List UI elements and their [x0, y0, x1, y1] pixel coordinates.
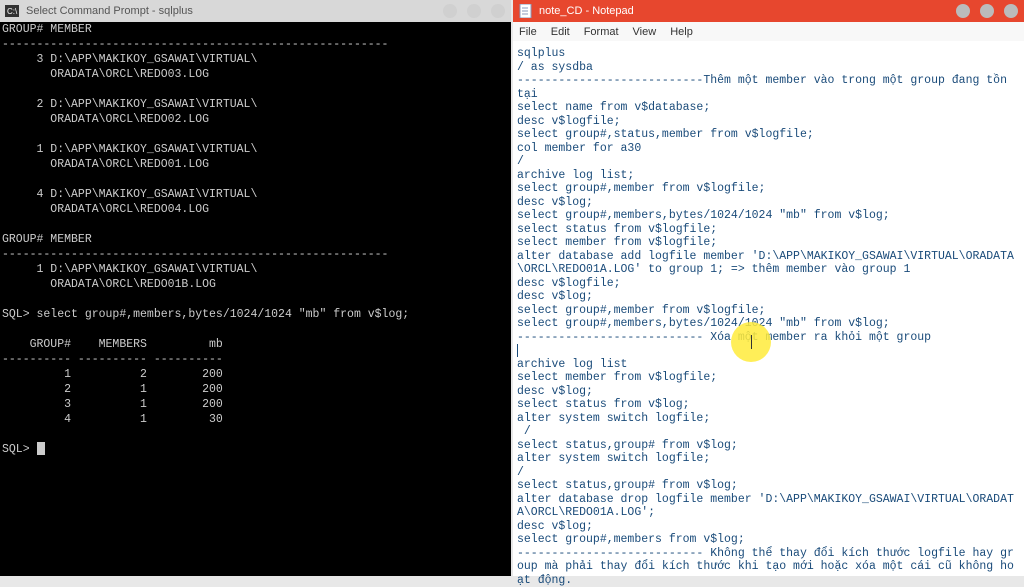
terminal-cursor	[37, 442, 45, 455]
text-cursor	[517, 344, 518, 357]
term-table-rows: 1 2 200 2 1 200 3 1 200 4 1 30	[2, 368, 223, 426]
menu-file[interactable]: File	[519, 26, 537, 38]
close-button[interactable]	[491, 4, 505, 18]
term-table-sep: ---------- ---------- ----------	[2, 353, 223, 366]
notepad-titlebar[interactable]: note_CD - Notepad	[513, 0, 1024, 22]
term-sep: ----------------------------------------…	[2, 38, 388, 51]
notepad-text-1: sqlplus / as sysdba --------------------…	[517, 47, 1014, 344]
notepad-icon	[517, 3, 533, 19]
cmd-title: Select Command Prompt - sqlplus	[26, 5, 433, 17]
svg-text:C:\: C:\	[7, 7, 18, 16]
term-block1: 3 D:\APP\MAKIKOY_GSAWAI\VIRTUAL\ ORADATA…	[2, 53, 388, 291]
notepad-window: note_CD - Notepad File Edit Format View …	[513, 0, 1024, 576]
maximize-button[interactable]	[980, 4, 994, 18]
minimize-button[interactable]	[956, 4, 970, 18]
maximize-button[interactable]	[467, 4, 481, 18]
notepad-window-buttons	[946, 4, 1018, 18]
cmd-terminal[interactable]: GROUP# MEMBER --------------------------…	[0, 22, 511, 576]
term-header: GROUP# MEMBER	[2, 23, 92, 36]
cmd-titlebar[interactable]: C:\ Select Command Prompt - sqlplus	[0, 0, 511, 22]
cmd-window-buttons	[433, 4, 505, 18]
cmd-window: C:\ Select Command Prompt - sqlplus GROU…	[0, 0, 511, 576]
cmd-icon: C:\	[4, 3, 20, 19]
menu-edit[interactable]: Edit	[551, 26, 570, 38]
notepad-editor[interactable]: sqlplus / as sysdba --------------------…	[513, 41, 1024, 576]
menu-format[interactable]: Format	[584, 26, 619, 38]
term-table-hdr: GROUP# MEMBERS mb	[2, 338, 223, 351]
menu-view[interactable]: View	[633, 26, 657, 38]
notepad-menubar: File Edit Format View Help	[513, 22, 1024, 41]
term-query: SQL> select group#,members,bytes/1024/10…	[2, 308, 409, 321]
close-button[interactable]	[1004, 4, 1018, 18]
menu-help[interactable]: Help	[670, 26, 693, 38]
notepad-text-2: archive log list select member from v$lo…	[517, 358, 1014, 587]
minimize-button[interactable]	[443, 4, 457, 18]
notepad-title: note_CD - Notepad	[539, 5, 946, 17]
term-prompt: SQL>	[2, 443, 37, 456]
cursor-highlight-icon	[731, 322, 771, 362]
